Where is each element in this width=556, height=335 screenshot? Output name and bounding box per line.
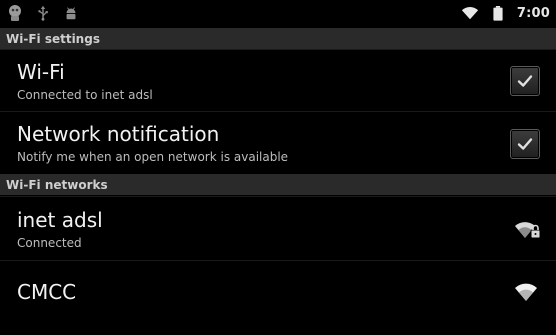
network-notification-row[interactable]: Network notification Notify me when an o… <box>0 111 556 174</box>
wifi-open-icon <box>514 281 542 303</box>
wifi-secured-icon <box>514 218 542 240</box>
network-status: Connected <box>17 236 82 250</box>
wifi-summary: Connected to inet adsl <box>17 88 153 102</box>
status-bar-left <box>0 4 80 22</box>
battery-icon <box>489 4 507 22</box>
network-item-inet-adsl[interactable]: inet adsl Connected <box>0 196 556 260</box>
checkmark-icon <box>517 138 533 150</box>
wifi-title: Wi-Fi <box>17 60 65 84</box>
network-item-cmcc[interactable]: CMCC <box>0 260 556 323</box>
android-avatar-icon <box>6 4 24 22</box>
status-bar: 7:00 <box>0 0 556 26</box>
network-name: CMCC <box>17 280 77 304</box>
status-bar-right: 7:00 <box>461 4 556 22</box>
checkmark-icon <box>517 75 533 87</box>
section-header-wifi-networks: Wi-Fi networks <box>0 174 556 195</box>
network-name: inet adsl <box>17 208 103 232</box>
section-header-label: Wi-Fi networks <box>6 177 108 192</box>
network-notification-title: Network notification <box>17 122 220 146</box>
wifi-signal-icon <box>461 4 479 22</box>
status-time: 7:00 <box>516 5 550 21</box>
section-header-label: Wi-Fi settings <box>6 31 100 46</box>
section-header-wifi-settings: Wi-Fi settings <box>0 28 556 49</box>
network-notification-checkbox[interactable] <box>510 129 540 159</box>
network-notification-summary: Notify me when an open network is availa… <box>17 150 289 164</box>
wifi-checkbox[interactable] <box>510 66 540 96</box>
wifi-toggle-row[interactable]: Wi-Fi Connected to inet adsl <box>0 49 556 111</box>
usb-icon <box>34 4 52 22</box>
android-debug-icon <box>62 4 80 22</box>
